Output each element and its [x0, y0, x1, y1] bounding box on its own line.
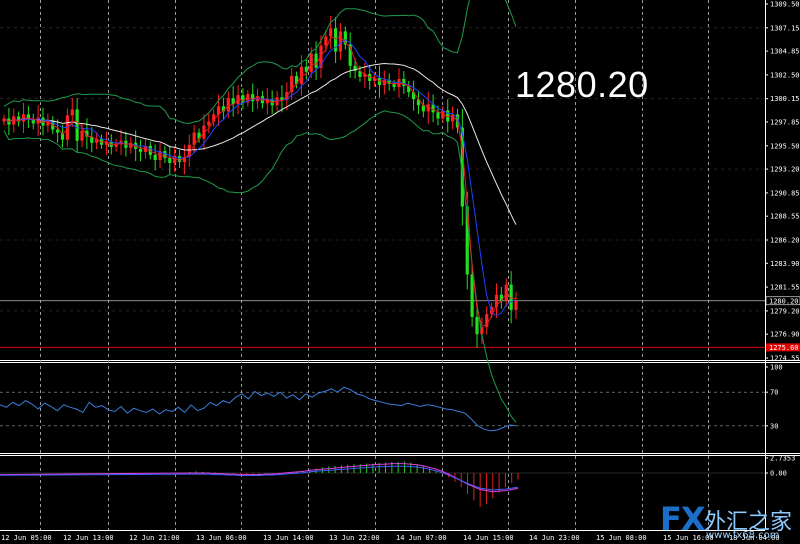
price-tick-label: 1286.20 [770, 237, 800, 245]
price-tick-label: 1293.20 [770, 166, 800, 174]
stop-level-label: 1275.60 [769, 344, 799, 352]
macd-tick-label: 0.00 [770, 470, 787, 478]
rsi-tick-label: 70 [770, 389, 778, 397]
price-tick-label: 1300.15 [770, 95, 800, 103]
candle-body [177, 155, 182, 163]
candle-body [436, 112, 440, 119]
candle-body [153, 154, 157, 160]
time-axis-label: 14 Jun 23:00 [529, 534, 580, 542]
candle-body [241, 95, 245, 103]
time-axis-label: 12 Jun 21:00 [129, 534, 180, 542]
macd-main-line [0, 465, 519, 491]
candle-body [207, 121, 211, 126]
candle-body [75, 109, 79, 141]
rsi-line [0, 386, 517, 432]
candle-body [324, 36, 328, 46]
price-tick-label: 1274.55 [770, 355, 800, 363]
price-tick-label: 1309.50 [770, 1, 800, 9]
time-axis-label: 13 Jun 06:00 [196, 534, 247, 542]
candle-body [514, 300, 518, 310]
time-axis-label: 14 Jun 07:00 [396, 534, 447, 542]
candle-body [80, 130, 84, 141]
price-tick-label: 1295.50 [770, 142, 800, 150]
candle-body [392, 84, 396, 88]
moving-average-blue [3, 38, 517, 317]
time-axis-label: 15 Jun 08:00 [596, 534, 647, 542]
price-tick-label: 1279.20 [770, 307, 800, 315]
candle-body [329, 28, 333, 37]
price-tick-label: 1290.85 [770, 189, 800, 197]
candle-body [475, 316, 479, 335]
rsi-tick-label: 100 [770, 364, 783, 372]
macd-signal-line [0, 463, 519, 493]
moving-average-white [3, 62, 517, 225]
time-axis-label: 12 Jun 13:00 [63, 534, 114, 542]
rsi-tick-label: 30 [770, 422, 778, 430]
price-tick-label: 1297.85 [770, 119, 800, 127]
candle-body [470, 274, 474, 317]
bollinger-lower-band [3, 110, 517, 423]
price-tick-label: 1276.90 [770, 331, 800, 339]
fx68-logo: FX 外汇之家 www.fx68.com [660, 498, 800, 544]
candle-body [402, 78, 406, 87]
candle-body [168, 157, 172, 164]
time-axis-label: 13 Jun 22:00 [329, 534, 380, 542]
current-price-overlay: 1280.20 [515, 64, 649, 105]
price-tick-label: 1307.15 [770, 24, 800, 32]
time-axis-label: 12 Jun 05:00 [1, 534, 52, 542]
moving-average-red [3, 36, 516, 327]
bollinger-upper-band [3, 0, 517, 124]
price-tick-label: 1288.55 [770, 213, 800, 221]
time-axis-label: 13 Jun 14:00 [263, 534, 314, 542]
logo-url-text: www.fx68.com [706, 530, 780, 541]
candle-body [56, 129, 60, 133]
price-chart[interactable]: 12 Jun 05:00 12 Jun 13:00 12 Jun 21:00 13 J… [0, 0, 800, 544]
candle-body [314, 53, 318, 68]
current-price-label: 1280.20 [769, 297, 799, 305]
price-tick-label: 1281.55 [770, 284, 800, 292]
candle-body [138, 148, 143, 152]
candle-body [251, 94, 255, 102]
macd-tick-label: 2.7353 [770, 454, 795, 462]
candle-body [309, 53, 313, 72]
time-axis-label: 14 Jun 15:00 [463, 534, 514, 542]
price-tick-label: 1304.85 [770, 48, 800, 56]
price-tick-label: 1283.90 [770, 260, 800, 268]
candle-body [70, 109, 74, 116]
candle-body [338, 31, 343, 52]
price-tick-label: 1302.50 [770, 71, 800, 79]
logo-fx-text: FX [660, 500, 706, 538]
